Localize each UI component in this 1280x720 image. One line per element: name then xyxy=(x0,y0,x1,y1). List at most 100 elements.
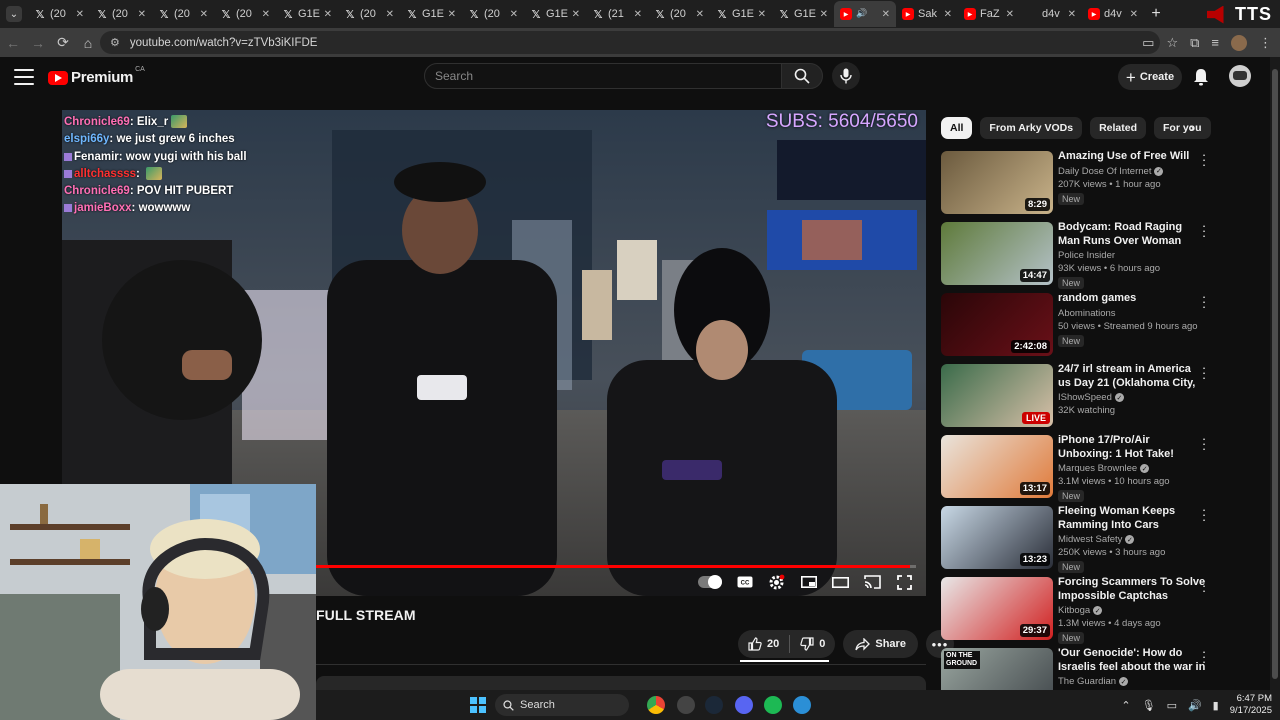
share-button[interactable]: Share xyxy=(843,630,918,658)
chevron-up-icon[interactable]: ⌃ xyxy=(1121,699,1130,712)
close-tab-icon[interactable]: ✕ xyxy=(1130,9,1138,20)
video-thumbnail[interactable]: 8:29 xyxy=(941,151,1053,214)
spotify-icon[interactable] xyxy=(764,696,782,714)
video-title-link[interactable]: iPhone 17/Pro/Air Unboxing: 1 Hot Take! xyxy=(1058,434,1206,461)
more-vertical-icon[interactable]: · · · xyxy=(1200,432,1208,455)
discord-icon[interactable] xyxy=(735,696,753,714)
description-box[interactable] xyxy=(316,676,926,690)
browser-tab[interactable]: 𝕏 (20 ✕ xyxy=(90,1,152,27)
more-vertical-icon[interactable]: · · · xyxy=(1200,361,1208,384)
video-thumbnail[interactable]: 13:17 xyxy=(941,435,1053,498)
video-title-link[interactable]: 'Our Genocide': How do Israelis feel abo… xyxy=(1058,647,1206,674)
reload-button[interactable]: ⟳ xyxy=(51,31,75,55)
microphone-icon[interactable]: 🎙 xyxy=(1142,699,1156,712)
close-tab-icon[interactable]: ✕ xyxy=(820,9,828,20)
theater-mode-button[interactable] xyxy=(831,573,850,592)
dislike-button[interactable]: 0 xyxy=(790,630,835,658)
video-title-link[interactable]: random games xyxy=(1058,292,1206,306)
voice-search-button[interactable] xyxy=(832,62,860,90)
video-title-link[interactable]: Forcing Scammers To Solve Impossible Cap… xyxy=(1058,576,1206,603)
channel-name[interactable]: Abominations xyxy=(1058,308,1116,319)
more-vertical-icon[interactable]: · · · xyxy=(1200,290,1208,313)
close-tab-icon[interactable]: ✕ xyxy=(386,9,394,20)
youtube-logo[interactable]: Premium CA xyxy=(48,66,145,86)
browser-tab[interactable]: 𝕏 (20 ✕ xyxy=(648,1,710,27)
settings-button[interactable] xyxy=(767,573,786,592)
scrollbar-thumb[interactable] xyxy=(1272,69,1278,679)
close-tab-icon[interactable]: ✕ xyxy=(510,9,518,20)
close-tab-icon[interactable]: ✕ xyxy=(882,9,890,20)
address-bar[interactable]: ⚙ youtube.com/watch?v=zTVb3iKIFDE xyxy=(100,31,1160,54)
cast-button[interactable] xyxy=(863,573,882,592)
browser-tab[interactable]: 𝕏 (20 ✕ xyxy=(214,1,276,27)
video-thumbnail[interactable]: LIVE xyxy=(941,364,1053,427)
filter-chip[interactable]: Related xyxy=(1090,117,1146,139)
channel-name[interactable]: Marques Brownlee xyxy=(1058,463,1137,474)
channel-name[interactable]: Kitboga xyxy=(1058,605,1090,616)
fullscreen-button[interactable] xyxy=(895,573,914,592)
browser-tab[interactable]: 𝕏 G1E ✕ xyxy=(276,1,338,27)
video-thumbnail[interactable]: 14:47 xyxy=(941,222,1053,285)
globe-app-icon[interactable] xyxy=(793,696,811,714)
forward-button[interactable]: → xyxy=(26,31,50,55)
more-vertical-icon[interactable]: · · · xyxy=(1200,574,1208,597)
page-scrollbar[interactable] xyxy=(1270,57,1280,690)
audio-playing-icon[interactable]: 🔊 xyxy=(856,8,867,19)
close-tab-icon[interactable]: ✕ xyxy=(448,9,456,20)
video-title-link[interactable]: Bodycam: Road Raging Man Runs Over Woman… xyxy=(1058,221,1206,248)
recommended-video[interactable]: 29:37 Forcing Scammers To Solve Impossibl… xyxy=(941,574,1221,647)
recommended-video[interactable]: 8:29 Amazing Use of Free Will Daily Dose O… xyxy=(941,148,1221,221)
close-tab-icon[interactable]: ✕ xyxy=(1068,9,1076,20)
channel-name[interactable]: Daily Dose Of Internet xyxy=(1058,166,1151,177)
browser-tab[interactable]: 𝕏 (20 ✕ xyxy=(462,1,524,27)
more-vertical-icon[interactable]: · · · xyxy=(1200,503,1208,526)
browser-tab[interactable]: 𝕏 (20 ✕ xyxy=(152,1,214,27)
browser-tab[interactable]: ▶ d4v ✕ xyxy=(1082,1,1144,27)
autoplay-toggle[interactable] xyxy=(698,575,722,589)
channel-name[interactable]: The Guardian xyxy=(1058,676,1116,687)
site-info-icon[interactable]: ⚙ xyxy=(110,36,120,49)
subtitles-button[interactable]: CC xyxy=(735,573,754,592)
recommended-video[interactable]: 13:17 iPhone 17/Pro/Air Unboxing: 1 Hot T… xyxy=(941,432,1221,505)
close-tab-icon[interactable]: ✕ xyxy=(758,9,766,20)
close-tab-icon[interactable]: ✕ xyxy=(324,9,332,20)
chrome-icon[interactable] xyxy=(647,696,665,714)
filter-chip[interactable]: From Arky VODs xyxy=(980,117,1083,139)
bookmark-star-icon[interactable]: ☆ xyxy=(1166,35,1178,51)
tab-search-button[interactable]: ⌄ xyxy=(0,0,28,28)
channel-name[interactable]: IShowSpeed xyxy=(1058,392,1112,403)
browser-tab[interactable]: ▶ Sak ✕ xyxy=(896,1,958,27)
chevron-right-icon[interactable]: › xyxy=(1182,119,1202,137)
browser-tab[interactable]: ▶ ✕ 🔊 xyxy=(834,1,896,27)
volume-icon[interactable]: 🔊 xyxy=(1188,699,1202,712)
browser-tab[interactable]: 𝕏 G1E ✕ xyxy=(524,1,586,27)
more-vertical-icon[interactable]: · · · xyxy=(1200,645,1208,668)
back-button[interactable]: ← xyxy=(1,31,25,55)
search-input[interactable] xyxy=(435,69,755,83)
video-thumbnail[interactable]: 13:23 xyxy=(941,506,1053,569)
new-tab-button[interactable]: + xyxy=(1144,5,1168,23)
browser-tab[interactable]: d4v ✕ xyxy=(1020,1,1082,27)
video-title-link[interactable]: 24/7 irl stream in America us Day 21 (Ok… xyxy=(1058,363,1206,390)
close-tab-icon[interactable]: ✕ xyxy=(76,9,84,20)
recommended-video[interactable]: 2:42:08 random games Abominations 50 views … xyxy=(941,290,1221,363)
browser-menu-icon[interactable]: ⋮ xyxy=(1259,35,1272,51)
recommended-video[interactable]: 14:47 Bodycam: Road Raging Man Runs Over … xyxy=(941,219,1221,292)
recommended-video[interactable]: LIVE 24/7 irl stream in America us Day 21… xyxy=(941,361,1221,434)
close-tab-icon[interactable]: ✕ xyxy=(944,9,952,20)
network-icon[interactable]: ▭ xyxy=(1167,699,1177,712)
channel-name[interactable]: Police Insider xyxy=(1058,250,1115,261)
account-avatar[interactable] xyxy=(1229,65,1251,87)
obs-icon[interactable] xyxy=(677,696,695,714)
home-button[interactable]: ⌂ xyxy=(76,31,100,55)
notifications-bell-icon[interactable] xyxy=(1192,67,1210,87)
steam-icon[interactable] xyxy=(705,696,723,714)
browser-tab[interactable]: 𝕏 G1E ✕ xyxy=(400,1,462,27)
browser-tab[interactable]: 𝕏 (20 ✕ xyxy=(28,1,90,27)
browser-tab[interactable]: 𝕏 G1E ✕ xyxy=(772,1,834,27)
video-thumbnail[interactable]: 2:42:08 xyxy=(941,293,1053,356)
profile-avatar[interactable] xyxy=(1231,34,1247,51)
browser-tab[interactable]: 𝕏 (21 ✕ xyxy=(586,1,648,27)
channel-name[interactable]: Midwest Safety xyxy=(1058,534,1122,545)
browser-tab[interactable]: ▶ FaZ ✕ xyxy=(958,1,1020,27)
